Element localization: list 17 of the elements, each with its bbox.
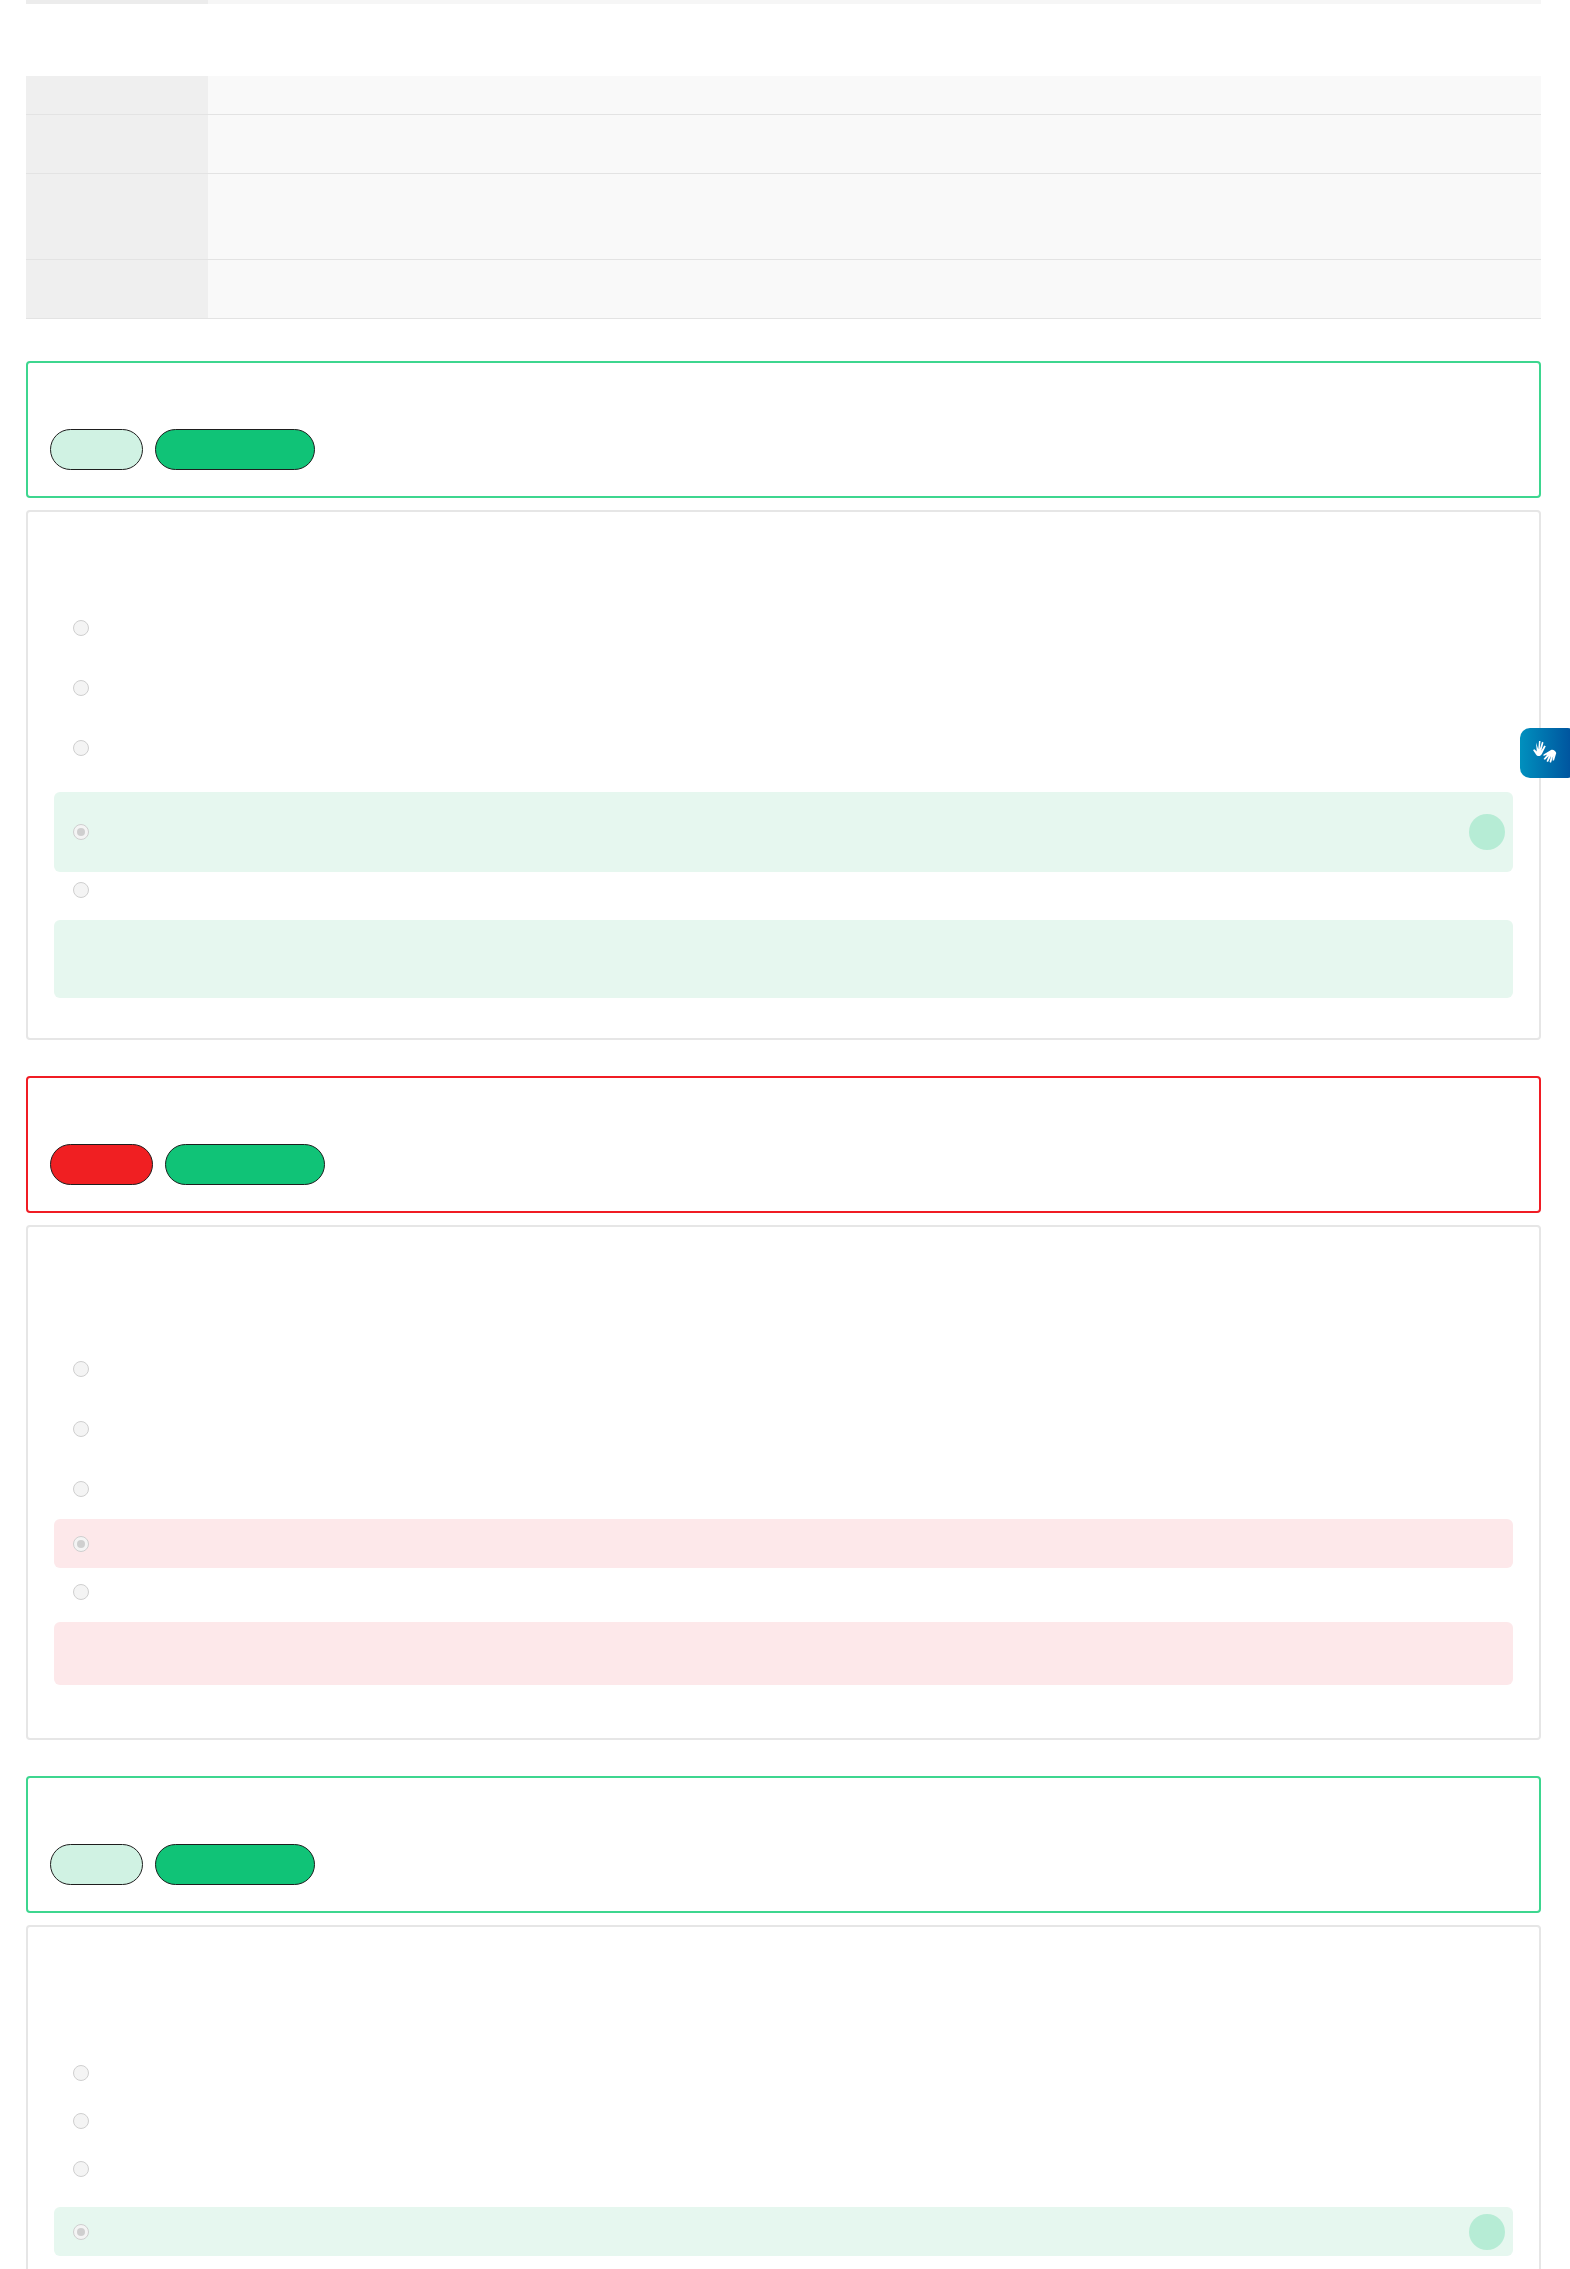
radio-button[interactable] (73, 1535, 89, 1552)
radio-button[interactable] (73, 1584, 89, 1600)
radio-button[interactable] (73, 824, 89, 840)
radio-button[interactable] (73, 1421, 89, 1437)
radio-button[interactable] (73, 2113, 89, 2129)
radio-button[interactable] (73, 2161, 89, 2177)
radio-button[interactable] (73, 2065, 89, 2081)
accessibility-button[interactable] (1520, 728, 1570, 778)
radio-button[interactable] (73, 2223, 89, 2240)
radio-button[interactable] (73, 882, 89, 898)
radio-button[interactable] (73, 1481, 89, 1497)
correct-marker-icon (1469, 2213, 1505, 2250)
radio-button[interactable] (73, 1361, 89, 1377)
correct-marker-icon (1469, 814, 1505, 850)
radio-button[interactable] (73, 740, 89, 756)
radio-button[interactable] (73, 680, 89, 696)
radio-button[interactable] (73, 620, 89, 636)
